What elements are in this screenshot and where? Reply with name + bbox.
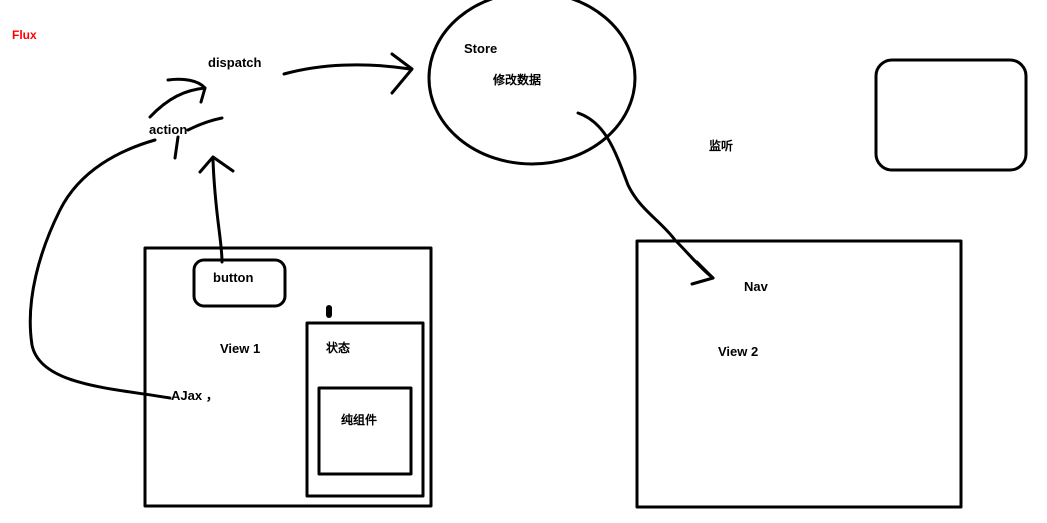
button-label: button	[213, 270, 254, 285]
dispatch-to-store-arrow	[282, 63, 412, 76]
dispatch-label: dispatch	[208, 55, 262, 70]
action-label: action	[149, 122, 188, 137]
pure-component-box	[317, 386, 413, 476]
ajax-to-action-tick	[173, 135, 180, 160]
button-to-action-arrowhead	[198, 155, 235, 174]
store-label: Store	[464, 41, 498, 56]
diagram-title: Flux	[12, 28, 37, 42]
state-label: 状态	[326, 341, 351, 355]
modify-data-label: 修改数据	[493, 73, 542, 87]
action-tick	[186, 116, 224, 132]
pure-component-label: 纯组件	[341, 413, 378, 427]
dispatch-to-store-arrowhead	[390, 52, 414, 95]
nav-label: Nav	[744, 279, 768, 294]
top-right-box	[874, 58, 1028, 172]
flux-diagram: Flux dispatch action Store 修改数据 监听 butto…	[0, 0, 1047, 523]
action-to-dispatch-arrow	[148, 86, 207, 119]
state-box	[305, 321, 425, 498]
view2-label: View 2	[718, 344, 759, 359]
listen-label: 监听	[709, 139, 734, 153]
ajax-label: AJax ，	[171, 388, 219, 403]
view1-box	[143, 246, 433, 508]
ajax-to-action-arrow	[28, 138, 172, 400]
view1-label: View 1	[220, 341, 261, 356]
store-to-nav-arrow	[576, 111, 715, 280]
view2-box	[635, 239, 963, 509]
store-to-nav-arrowhead	[690, 260, 715, 286]
